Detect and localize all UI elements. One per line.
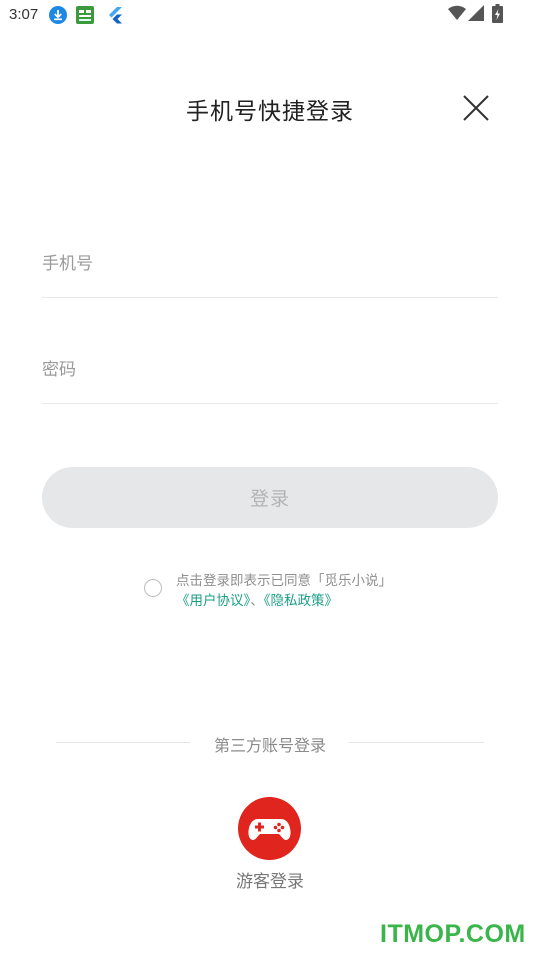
login-button[interactable]: 登录 <box>42 467 498 528</box>
third-party-title: 第三方账号登录 <box>213 736 326 755</box>
agreement-text: 点击登录即表示已同意「觅乐小说」 <box>176 573 392 589</box>
battery-icon <box>492 4 503 23</box>
phone-input[interactable] <box>42 230 498 297</box>
signal-icon <box>468 5 484 21</box>
phone-field <box>42 230 498 298</box>
guest-login-button[interactable] <box>238 797 301 860</box>
status-bar: 3:07 <box>0 0 540 30</box>
close-icon <box>463 95 489 121</box>
divider-right <box>349 742 484 743</box>
gamepad-icon <box>248 819 291 840</box>
password-field <box>42 336 498 404</box>
agreement-checkbox[interactable] <box>144 579 162 597</box>
agreement-separator: 、 <box>250 593 264 609</box>
flutter-icon <box>109 7 122 24</box>
app-notification-icon <box>76 6 94 24</box>
agreement-links: 《用户协议》、《隐私政策》 <box>176 591 338 611</box>
close-button[interactable] <box>458 90 494 126</box>
user-agreement-link[interactable]: 《用户协议》 <box>176 593 250 609</box>
privacy-policy-link[interactable]: 《隐私政策》 <box>264 593 338 609</box>
guest-login-label: 游客登录 <box>236 872 304 892</box>
download-icon <box>49 6 67 24</box>
password-input[interactable] <box>42 336 498 403</box>
wifi-icon <box>448 5 466 21</box>
watermark: ITMOP.COM <box>380 920 526 948</box>
status-time: 3:07 <box>9 6 39 23</box>
